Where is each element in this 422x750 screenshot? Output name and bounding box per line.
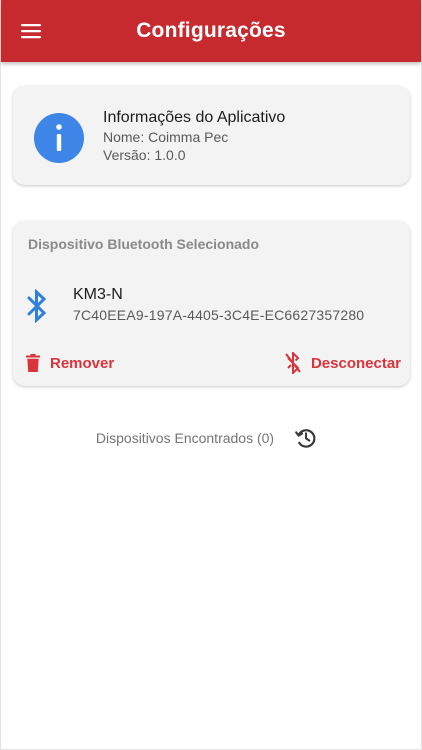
menu-button[interactable] bbox=[13, 13, 49, 49]
refresh-button[interactable] bbox=[292, 424, 320, 452]
history-refresh-icon bbox=[295, 429, 316, 448]
bluetooth-icon bbox=[27, 289, 47, 323]
app-info-card: Informações do Aplicativo Nome: Coimma P… bbox=[13, 86, 410, 185]
app-info-title: Informações do Aplicativo bbox=[103, 109, 286, 126]
bluetooth-section-header: Dispositivo Bluetooth Selecionado bbox=[28, 236, 260, 252]
bluetooth-disabled-icon bbox=[285, 352, 301, 374]
app-version: Versão: 1.0.0 bbox=[103, 147, 186, 163]
app-name: Nome: Coimma Pec bbox=[103, 129, 229, 145]
info-icon bbox=[34, 113, 84, 163]
device-name: KM3-N bbox=[73, 286, 123, 303]
bluetooth-device-card: Dispositivo Bluetooth Selecionado KM3-N … bbox=[13, 221, 410, 386]
app-screen: Configurações Informações do Aplicativo … bbox=[0, 0, 422, 750]
devices-found-row: Dispositivos Encontrados (0) bbox=[1, 424, 421, 452]
page-title: Configurações bbox=[136, 19, 286, 42]
disconnect-button[interactable]: Desconectar bbox=[285, 351, 401, 375]
device-id: 7C40EEA9-197A-4405-3C4E-EC6627357280 bbox=[73, 307, 365, 323]
trash-icon bbox=[26, 354, 40, 372]
app-bar: Configurações bbox=[1, 0, 421, 62]
remove-button[interactable]: Remover bbox=[26, 351, 114, 375]
devices-found-label: Dispositivos Encontrados (0) bbox=[95, 430, 275, 446]
disconnect-label: Desconectar bbox=[310, 354, 401, 372]
menu-icon bbox=[21, 24, 41, 39]
remove-label: Remover bbox=[50, 354, 115, 372]
